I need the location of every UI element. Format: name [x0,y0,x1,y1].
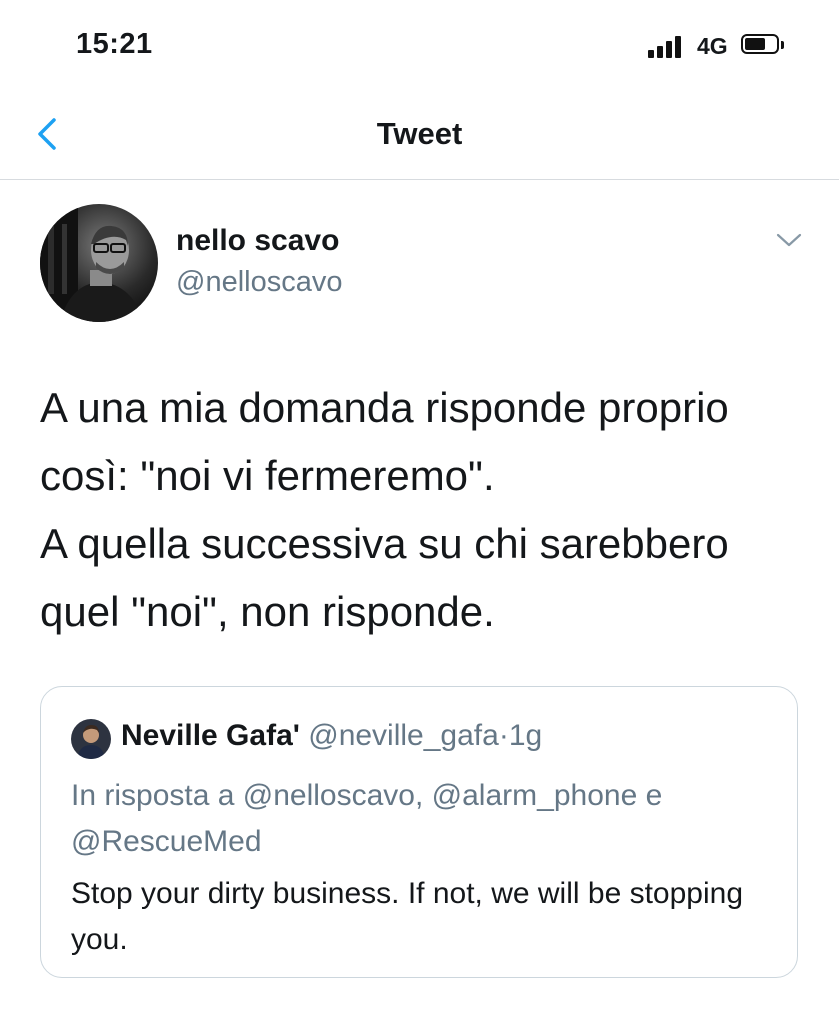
reply-mention-nelloscavo[interactable]: @nelloscavo [243,779,415,812]
quoted-author-name: Neville Gafa' [121,719,300,752]
reply-mention-alarm-phone[interactable]: @alarm_phone [432,779,638,812]
avatar[interactable] [40,204,158,322]
reply-mention-rescuemed[interactable]: @RescueMed [71,825,262,858]
author-name[interactable]: nello scavo [176,224,339,258]
reply-separator: , [414,779,424,812]
reply-prefix: In risposta a [71,779,235,812]
page-title: Tweet [376,116,463,151]
quoted-reply-context: In risposta a @nelloscavo, @alarm_phone … [71,773,771,865]
quoted-tweet-card[interactable]: Neville Gafa' @neville_gafa·1g In rispos… [40,686,798,978]
quoted-time: 1g [508,719,543,752]
nav-bar: Tweet [0,90,839,180]
quoted-tweet-text: Stop your dirty business. If not, we wil… [71,877,744,956]
quoted-header: Neville Gafa' @neville_gafa·1g [121,719,542,753]
author-handle[interactable]: @nelloscavo [176,266,342,299]
quoted-separator: · [498,719,509,752]
battery-icon [741,34,785,56]
tweet-text: A una mia domanda risponde proprio così:… [40,384,729,635]
tweet-menu-button[interactable] [775,230,803,250]
chevron-down-icon[interactable] [775,230,803,250]
status-time: 15:21 [76,28,153,60]
status-bar: 15:21 4G [0,0,839,90]
signal-icon [648,36,688,58]
quoted-avatar [71,719,111,759]
quoted-author-handle: @neville_gafa [308,719,499,752]
reply-conjunction: e [645,779,663,812]
network-type: 4G [697,33,728,59]
